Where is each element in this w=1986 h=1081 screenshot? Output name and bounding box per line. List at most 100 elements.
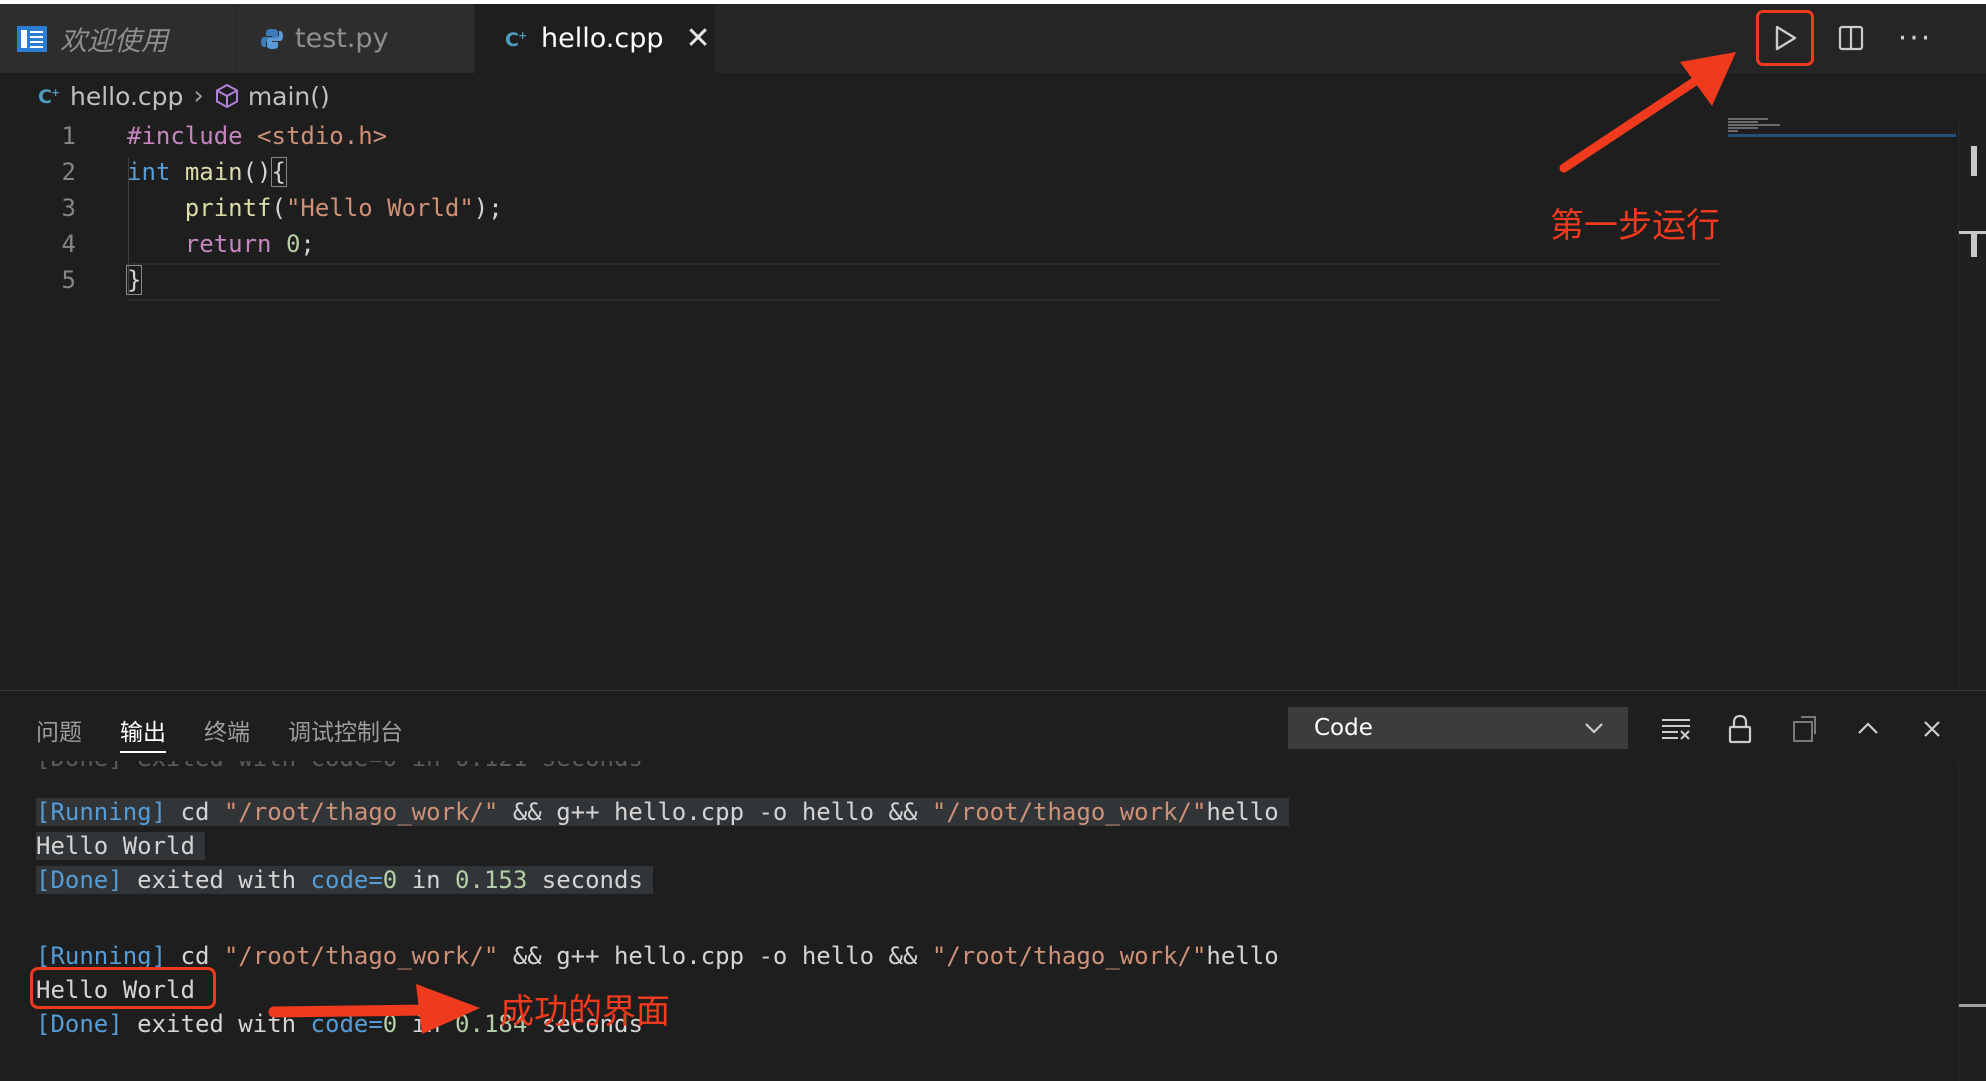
editor-scrollbar[interactable] [1958,118,1986,690]
close-panel-button[interactable] [1912,709,1952,749]
token-brace: } [125,265,143,295]
minimap[interactable] [1728,118,1956,138]
token-header: <stdio.h> [257,122,388,150]
token-punct: ; [300,230,315,258]
panel-tab-terminal[interactable]: 终端 [204,713,250,747]
token-paren: ( [271,194,286,222]
token-number: 0 [285,230,301,258]
cmd-text: && g++ hello.cpp -o hello && [498,798,932,826]
svg-text:+: + [51,86,60,99]
annotation-arrow-success [268,984,480,1034]
svg-text:+: + [518,29,527,42]
output-channel-select[interactable]: Code [1288,707,1628,749]
open-file-icon [1793,716,1816,742]
breadcrumb-symbol[interactable]: main() [248,82,330,111]
panel-tab-label: 输出 [120,720,166,746]
token-brace: { [270,157,288,187]
output-scrollbar[interactable] [1958,761,1986,1081]
cmd-path: "/root/thago_work/" [931,942,1207,970]
code-line: 2 int main(){ [0,154,1720,190]
token-string: "Hello World" [285,194,474,222]
close-tab-icon[interactable]: ✕ [685,21,710,56]
scroll-marker [1971,146,1977,176]
ellipsis-icon: ··· [1897,20,1933,56]
done-text: in [397,866,456,894]
cmd-path: "/root/thago_work/" [223,942,499,970]
open-log-button[interactable] [1784,709,1824,749]
split-editor-button[interactable] [1822,10,1880,66]
editor-actions: ··· [1726,4,1986,73]
lock-scroll-button[interactable] [1720,709,1760,749]
more-actions-button[interactable]: ··· [1886,10,1944,66]
running-tag: [Running] [36,942,167,970]
output-channel-value: Code [1314,715,1373,741]
line-number: 3 [61,194,76,222]
tab-welcome[interactable]: 欢迎使用 [0,4,236,73]
line-number: 4 [61,230,76,258]
cmd-text: cd [166,942,224,970]
method-cube-icon [214,83,240,109]
close-icon [1924,721,1940,737]
run-code-button[interactable] [1756,10,1814,66]
code-line: 4 return 0; [0,226,1720,262]
token-keyword: return [184,230,272,258]
maximize-panel-button[interactable] [1848,709,1888,749]
chevron-up-icon [1858,722,1878,734]
code-line: 1 #include <stdio.h> [0,118,1720,154]
cmd-text: cd [166,798,224,826]
scroll-marker [1971,231,1977,257]
done-tag: [Done] [36,866,123,894]
annotation-success: 成功的界面 [500,992,670,1032]
svg-text:C: C [505,29,519,50]
output-line-faded: [Done] exited with code=0 in 0.121 secon… [36,761,643,775]
chevron-down-icon [1585,723,1603,734]
chevron-right-icon: › [193,81,204,111]
annotation-arrow-run [1559,52,1736,173]
token-type: int [127,158,171,186]
scroll-marker [1959,1004,1986,1007]
panel-tab-debug-console[interactable]: 调试控制台 [288,713,403,747]
clear-all-icon [1662,719,1690,740]
program-output: Hello World [36,832,205,860]
panel-tab-label: 问题 [36,720,82,746]
line-number: 2 [61,158,76,186]
welcome-icon [16,25,48,53]
done-text: seconds [527,866,643,894]
code-line: 3 printf("Hello World"); [0,190,1720,226]
tab-test-py-label: test.py [295,23,389,54]
panel-tab-problems[interactable]: 问题 [36,713,82,747]
exit-code-value: 0 [382,866,398,894]
cmd-path: "/root/thago_work/" [223,798,499,826]
cmd-text: hello [1206,798,1279,826]
tab-hello-cpp-label: hello.cpp [541,23,664,54]
token-punct: ); [473,194,503,222]
breadcrumb-file[interactable]: hello.cpp [70,82,183,111]
token-function: printf [184,194,272,222]
output-line-running: [Running] cd "/root/thago_work/" && g++ … [36,795,1289,829]
line-number: 5 [61,266,76,294]
code-line: 5 } [0,262,1720,298]
cmd-text: hello [1206,942,1279,970]
annotation-step1: 第一步运行 [1550,206,1720,246]
done-tag: [Done] [36,1010,123,1038]
panel-tab-label: 调试控制台 [288,720,403,746]
tab-test-py[interactable]: test.py [237,4,474,73]
breadcrumb: C + hello.cpp › main() [38,76,330,116]
elapsed-time: 0.153 [455,866,528,894]
python-icon [261,28,283,50]
minimap-viewport [1728,134,1956,137]
running-tag: [Running] [36,798,167,826]
tab-welcome-label: 欢迎使用 [60,26,168,57]
lock-icon [1728,714,1752,744]
output-line-running: [Running] cd "/root/thago_work/" && g++ … [36,939,1279,973]
annotation-result-box [30,967,216,1009]
panel-tab-output[interactable]: 输出 [120,713,166,753]
tab-hello-cpp[interactable]: C + hello.cpp ✕ [475,4,715,73]
active-tab-underline [120,751,166,753]
cmd-path: "/root/thago_work/" [931,798,1207,826]
output-line-result: Hello World [36,829,205,863]
clear-output-button[interactable] [1656,709,1696,749]
output-line-done: [Done] exited with code=0 in 0.153 secon… [36,863,653,897]
